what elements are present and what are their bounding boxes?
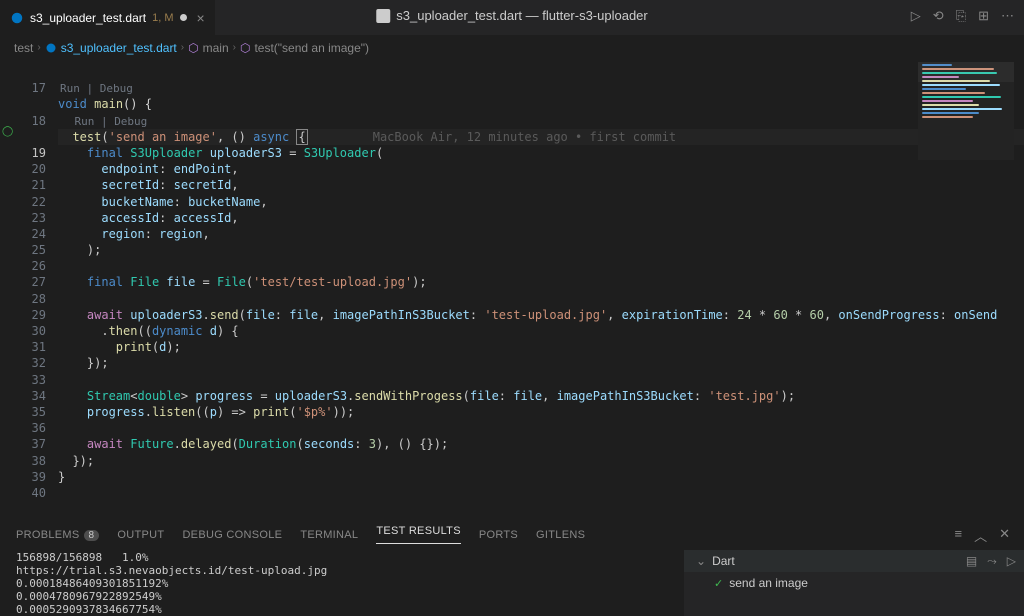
chevron-up-icon[interactable]: ︿ bbox=[974, 526, 987, 545]
dart-file-icon bbox=[45, 42, 57, 54]
chevron-right-icon: › bbox=[233, 42, 236, 53]
tab-debug-console[interactable]: DEBUG CONSOLE bbox=[182, 529, 282, 541]
close-panel-icon[interactable]: ✕ bbox=[999, 526, 1010, 545]
breadcrumb-symbol[interactable]: ⬡ test("send an image") bbox=[240, 41, 369, 55]
breadcrumb-folder[interactable]: test bbox=[14, 41, 33, 55]
filter-icon[interactable]: ≡ bbox=[954, 526, 962, 545]
breadcrumb-symbol[interactable]: ⬡ main bbox=[188, 41, 229, 55]
tree-item-label: send an image bbox=[729, 576, 808, 590]
dirty-indicator-icon bbox=[180, 14, 187, 21]
tab-output[interactable]: OUTPUT bbox=[117, 529, 164, 541]
window-title: s3_uploader_test.dart — flutter-s3-uploa… bbox=[376, 8, 647, 23]
tree-lang-label: Dart bbox=[712, 554, 735, 568]
panel-actions: ≡ ︿ ✕ bbox=[954, 526, 1010, 545]
chevron-down-icon: ⌄ bbox=[696, 554, 706, 568]
run-icon[interactable]: ▷ bbox=[1007, 554, 1016, 569]
symbol-icon: ⬡ bbox=[240, 41, 250, 55]
test-tree-actions: ▤ ⤳ ▷ bbox=[966, 554, 1016, 569]
editor-tab[interactable]: s3_uploader_test.dart 1, M × bbox=[0, 0, 215, 35]
minimap[interactable] bbox=[918, 62, 1014, 160]
tab-vcs-status: 1, M bbox=[152, 12, 173, 24]
restart-icon[interactable]: ⟲ bbox=[933, 8, 944, 24]
test-tree-item[interactable]: ✓ send an image bbox=[684, 572, 1024, 594]
more-icon[interactable]: ⋯ bbox=[1001, 8, 1014, 24]
editor-top-actions: ▷ ⟲ ⎘ ⊞ ⋯ bbox=[911, 8, 1014, 24]
tab-ports[interactable]: PORTS bbox=[479, 529, 518, 541]
panel-tab-bar: PROBLEMS8 OUTPUT DEBUG CONSOLE TERMINAL … bbox=[0, 520, 1024, 550]
tab-test-results[interactable]: TEST RESULTS bbox=[376, 525, 461, 544]
close-tab-icon[interactable]: × bbox=[197, 10, 205, 26]
tab-gitlens[interactable]: GITLENS bbox=[536, 529, 585, 541]
editor-tab-row: s3_uploader_test.dart 1, M × s3_uploader… bbox=[0, 0, 1024, 35]
diff-icon[interactable]: ⎘ bbox=[956, 8, 966, 24]
line-number-gutter: 1718192021222324252627282930313233343536… bbox=[14, 60, 58, 515]
glyph-margin: ◯ bbox=[0, 60, 14, 515]
symbol-icon: ⬡ bbox=[188, 41, 198, 55]
test-output[interactable]: 156898/156898 1.0% https://trial.s3.neva… bbox=[0, 550, 684, 616]
goto-icon[interactable]: ⤳ bbox=[987, 554, 997, 569]
minimap-viewport[interactable] bbox=[918, 62, 1014, 82]
bottom-panel: PROBLEMS8 OUTPUT DEBUG CONSOLE TERMINAL … bbox=[0, 520, 1024, 616]
pass-gutter-icon[interactable]: ◯ bbox=[2, 126, 13, 137]
window-title-text: s3_uploader_test.dart — flutter-s3-uploa… bbox=[396, 8, 647, 23]
file-icon bbox=[376, 9, 390, 23]
editor-area: ◯ 17181920212223242526272829303132333435… bbox=[0, 60, 1024, 515]
breadcrumb[interactable]: test › s3_uploader_test.dart › ⬡ main › … bbox=[0, 35, 1024, 60]
chevron-right-icon: › bbox=[37, 42, 40, 53]
problems-count-badge: 8 bbox=[84, 530, 100, 541]
test-tree: ▤ ⤳ ▷ ⌄ Dart ✓ send an image bbox=[684, 550, 1024, 616]
tab-terminal[interactable]: TERMINAL bbox=[300, 529, 358, 541]
chevron-right-icon: › bbox=[181, 42, 184, 53]
terminal-icon[interactable]: ▤ bbox=[966, 554, 977, 569]
breadcrumb-file[interactable]: s3_uploader_test.dart bbox=[45, 41, 177, 55]
dart-file-icon bbox=[10, 11, 24, 25]
pass-icon: ✓ bbox=[714, 577, 723, 590]
code-editor[interactable]: Run | Debugvoid main() { Run | Debug tes… bbox=[58, 60, 1024, 515]
run-icon[interactable]: ▷ bbox=[911, 8, 921, 24]
tab-filename: s3_uploader_test.dart bbox=[30, 11, 146, 25]
split-editor-icon[interactable]: ⊞ bbox=[978, 8, 989, 24]
tab-problems[interactable]: PROBLEMS8 bbox=[16, 529, 99, 541]
